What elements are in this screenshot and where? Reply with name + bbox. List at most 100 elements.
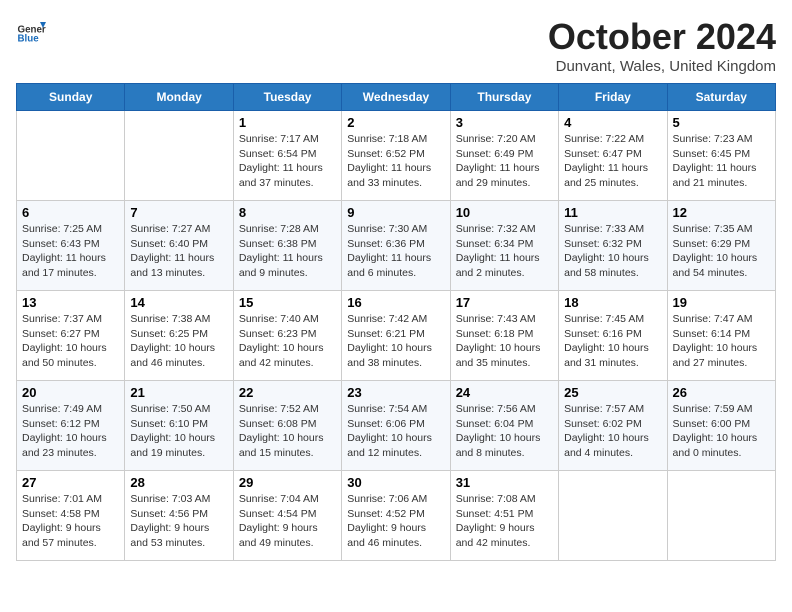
- calendar-cell: 22Sunrise: 7:52 AM Sunset: 6:08 PM Dayli…: [233, 381, 341, 471]
- cell-info: Sunrise: 7:40 AM Sunset: 6:23 PM Dayligh…: [239, 312, 336, 371]
- date-number: 6: [22, 205, 119, 220]
- calendar-cell: 7 Sunrise: 7:27 AM Sunset: 6:40 PM Daylig…: [125, 201, 233, 291]
- calendar-cell: [125, 111, 233, 201]
- cell-info: Sunrise: 7:25 AM Sunset: 6:43 PM Dayligh…: [22, 222, 119, 281]
- logo: General Blue: [16, 16, 46, 46]
- date-number: 27: [22, 475, 119, 490]
- calendar-cell: 18 Sunrise: 7:45 AM Sunset: 6:16 PM Dayli…: [559, 291, 667, 381]
- day-header-monday: Monday: [125, 84, 233, 111]
- day-header-sunday: Sunday: [17, 84, 125, 111]
- cell-info: Sunrise: 7:32 AM Sunset: 6:34 PM Dayligh…: [456, 222, 553, 281]
- cell-info: Sunrise: 7:37 AM Sunset: 6:27 PM Dayligh…: [22, 312, 119, 371]
- date-number: 16: [347, 295, 444, 310]
- calendar-cell: 20 Sunrise: 7:49 AM Sunset: 6:12 PM Dayli…: [17, 381, 125, 471]
- cell-info: Sunrise: 7:23 AM Sunset: 6:45 PM Dayligh…: [673, 132, 770, 191]
- date-number: 25: [564, 385, 661, 400]
- date-number: 7: [130, 205, 227, 220]
- calendar-cell: 13 Sunrise: 7:37 AM Sunset: 6:27 PM Dayli…: [17, 291, 125, 381]
- calendar-cell: 6 Sunrise: 7:25 AM Sunset: 6:43 PM Daylig…: [17, 201, 125, 291]
- date-number: 31: [456, 475, 553, 490]
- cell-info: Sunrise: 7:52 AM Sunset: 6:08 PM Dayligh…: [239, 402, 336, 461]
- calendar-cell: 23Sunrise: 7:54 AM Sunset: 6:06 PM Dayli…: [342, 381, 450, 471]
- calendar-cell: 24 Sunrise: 7:56 AM Sunset: 6:04 PM Dayli…: [450, 381, 558, 471]
- cell-info: Sunrise: 7:30 AM Sunset: 6:36 PM Dayligh…: [347, 222, 444, 281]
- date-number: 8: [239, 205, 336, 220]
- cell-info: Sunrise: 7:18 AM Sunset: 6:52 PM Dayligh…: [347, 132, 444, 191]
- date-number: 14: [130, 295, 227, 310]
- date-number: 23: [347, 385, 444, 400]
- date-number: 18: [564, 295, 661, 310]
- date-number: 13: [22, 295, 119, 310]
- date-number: 19: [673, 295, 770, 310]
- date-number: 28: [130, 475, 227, 490]
- date-number: 17: [456, 295, 553, 310]
- title-area: October 2024 Dunvant, Wales, United King…: [548, 16, 776, 75]
- date-number: 2: [347, 115, 444, 130]
- month-title: October 2024: [548, 16, 776, 58]
- date-number: 20: [22, 385, 119, 400]
- calendar-cell: 10 Sunrise: 7:32 AM Sunset: 6:34 PM Dayli…: [450, 201, 558, 291]
- cell-info: Sunrise: 7:01 AM Sunset: 4:58 PM Dayligh…: [22, 492, 119, 551]
- cell-info: Sunrise: 7:45 AM Sunset: 6:16 PM Dayligh…: [564, 312, 661, 371]
- date-number: 4: [564, 115, 661, 130]
- calendar-cell: 28 Sunrise: 7:03 AM Sunset: 4:56 PM Dayli…: [125, 471, 233, 561]
- date-number: 1: [239, 115, 336, 130]
- cell-info: Sunrise: 7:56 AM Sunset: 6:04 PM Dayligh…: [456, 402, 553, 461]
- calendar-cell: [667, 471, 775, 561]
- calendar-cell: 31 Sunrise: 7:08 AM Sunset: 4:51 PM Dayli…: [450, 471, 558, 561]
- calendar-cell: 30Sunrise: 7:06 AM Sunset: 4:52 PM Dayli…: [342, 471, 450, 561]
- cell-info: Sunrise: 7:20 AM Sunset: 6:49 PM Dayligh…: [456, 132, 553, 191]
- date-number: 29: [239, 475, 336, 490]
- calendar-cell: [17, 111, 125, 201]
- cell-info: Sunrise: 7:35 AM Sunset: 6:29 PM Dayligh…: [673, 222, 770, 281]
- svg-text:Blue: Blue: [18, 34, 40, 45]
- page-header: General Blue October 2024 Dunvant, Wales…: [16, 16, 776, 75]
- date-number: 26: [673, 385, 770, 400]
- date-number: 12: [673, 205, 770, 220]
- calendar-cell: 25 Sunrise: 7:57 AM Sunset: 6:02 PM Dayli…: [559, 381, 667, 471]
- date-number: 24: [456, 385, 553, 400]
- date-number: 9: [347, 205, 444, 220]
- cell-info: Sunrise: 7:57 AM Sunset: 6:02 PM Dayligh…: [564, 402, 661, 461]
- day-header-wednesday: Wednesday: [342, 84, 450, 111]
- calendar-cell: 1 Sunrise: 7:17 AM Sunset: 6:54 PM Daylig…: [233, 111, 341, 201]
- calendar-cell: 16 Sunrise: 7:42 AM Sunset: 6:21 PM Dayli…: [342, 291, 450, 381]
- date-number: 3: [456, 115, 553, 130]
- cell-info: Sunrise: 7:38 AM Sunset: 6:25 PM Dayligh…: [130, 312, 227, 371]
- cell-info: Sunrise: 7:17 AM Sunset: 6:54 PM Dayligh…: [239, 132, 336, 191]
- cell-info: Sunrise: 7:03 AM Sunset: 4:56 PM Dayligh…: [130, 492, 227, 551]
- cell-info: Sunrise: 7:47 AM Sunset: 6:14 PM Dayligh…: [673, 312, 770, 371]
- cell-info: Sunrise: 7:28 AM Sunset: 6:38 PM Dayligh…: [239, 222, 336, 281]
- calendar-table: SundayMondayTuesdayWednesdayThursdayFrid…: [16, 83, 776, 561]
- calendar-cell: 27 Sunrise: 7:01 AM Sunset: 4:58 PM Dayli…: [17, 471, 125, 561]
- logo-icon: General Blue: [16, 16, 46, 46]
- location: Dunvant, Wales, United Kingdom: [548, 58, 776, 75]
- cell-info: Sunrise: 7:49 AM Sunset: 6:12 PM Dayligh…: [22, 402, 119, 461]
- calendar-cell: 14 Sunrise: 7:38 AM Sunset: 6:25 PM Dayli…: [125, 291, 233, 381]
- cell-info: Sunrise: 7:27 AM Sunset: 6:40 PM Dayligh…: [130, 222, 227, 281]
- calendar-cell: 19 Sunrise: 7:47 AM Sunset: 6:14 PM Dayli…: [667, 291, 775, 381]
- cell-info: Sunrise: 7:08 AM Sunset: 4:51 PM Dayligh…: [456, 492, 553, 551]
- calendar-cell: 8 Sunrise: 7:28 AM Sunset: 6:38 PM Daylig…: [233, 201, 341, 291]
- calendar-cell: [559, 471, 667, 561]
- date-number: 15: [239, 295, 336, 310]
- date-number: 11: [564, 205, 661, 220]
- cell-info: Sunrise: 7:33 AM Sunset: 6:32 PM Dayligh…: [564, 222, 661, 281]
- cell-info: Sunrise: 7:06 AM Sunset: 4:52 PM Dayligh…: [347, 492, 444, 551]
- day-header-thursday: Thursday: [450, 84, 558, 111]
- date-number: 10: [456, 205, 553, 220]
- day-header-tuesday: Tuesday: [233, 84, 341, 111]
- calendar-cell: 15 Sunrise: 7:40 AM Sunset: 6:23 PM Dayli…: [233, 291, 341, 381]
- calendar-cell: 29 Sunrise: 7:04 AM Sunset: 4:54 PM Dayli…: [233, 471, 341, 561]
- cell-info: Sunrise: 7:50 AM Sunset: 6:10 PM Dayligh…: [130, 402, 227, 461]
- day-header-friday: Friday: [559, 84, 667, 111]
- calendar-cell: 17Sunrise: 7:43 AM Sunset: 6:18 PM Dayli…: [450, 291, 558, 381]
- calendar-cell: 21Sunrise: 7:50 AM Sunset: 6:10 PM Dayli…: [125, 381, 233, 471]
- calendar-cell: 3 Sunrise: 7:20 AM Sunset: 6:49 PM Daylig…: [450, 111, 558, 201]
- calendar-cell: 4Sunrise: 7:22 AM Sunset: 6:47 PM Daylig…: [559, 111, 667, 201]
- calendar-cell: 5Sunrise: 7:23 AM Sunset: 6:45 PM Daylig…: [667, 111, 775, 201]
- calendar-cell: 12 Sunrise: 7:35 AM Sunset: 6:29 PM Dayli…: [667, 201, 775, 291]
- calendar-cell: 9 Sunrise: 7:30 AM Sunset: 6:36 PM Daylig…: [342, 201, 450, 291]
- cell-info: Sunrise: 7:04 AM Sunset: 4:54 PM Dayligh…: [239, 492, 336, 551]
- cell-info: Sunrise: 7:42 AM Sunset: 6:21 PM Dayligh…: [347, 312, 444, 371]
